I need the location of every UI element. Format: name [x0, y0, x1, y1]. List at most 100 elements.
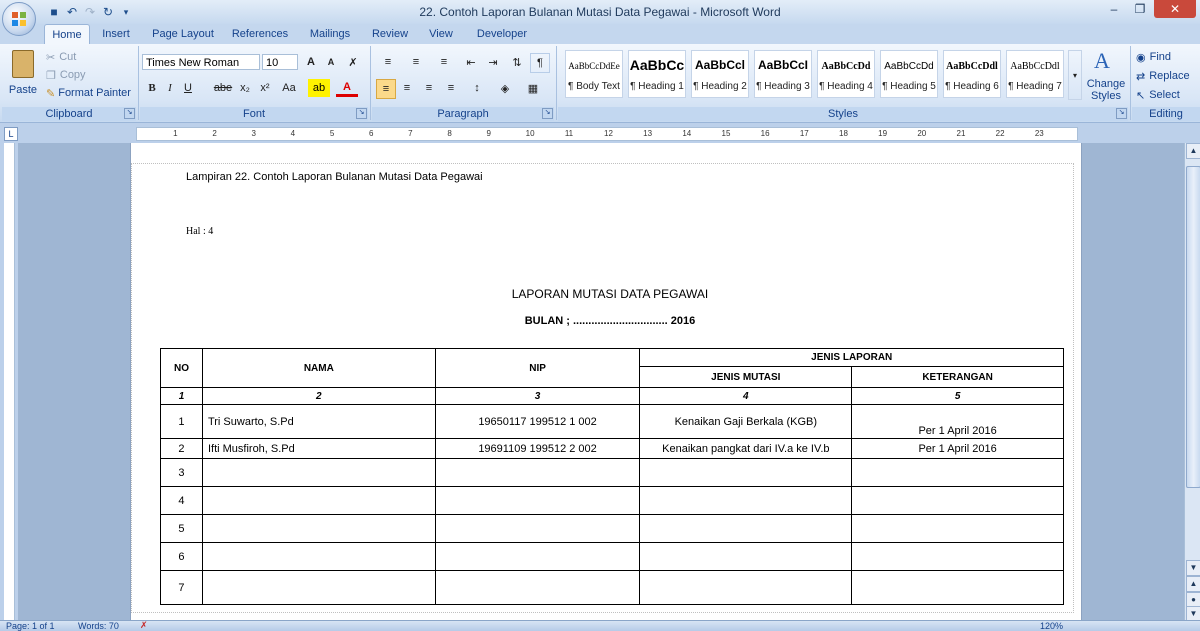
- restore-icon[interactable]: ❐: [1128, 0, 1152, 18]
- style-heading-4[interactable]: AaBbCcDd ¶ Heading 4: [817, 50, 875, 98]
- group-divider: [138, 46, 139, 120]
- italic-button[interactable]: I: [162, 79, 178, 97]
- tab-selector-icon[interactable]: L: [4, 127, 18, 141]
- minimize-icon[interactable]: –: [1102, 0, 1126, 18]
- style-heading-6[interactable]: AaBbCcDdl ¶ Heading 6: [943, 50, 1001, 98]
- scroll-down-icon[interactable]: ▼: [1186, 560, 1200, 576]
- shrink-font-button[interactable]: A: [322, 53, 340, 71]
- style-heading-5[interactable]: AaBbCcDd ¶ Heading 5: [880, 50, 938, 98]
- close-icon[interactable]: ✕: [1154, 0, 1196, 18]
- grow-font-button[interactable]: A: [302, 53, 320, 71]
- cell-nama: [201, 542, 436, 571]
- borders-icon[interactable]: ▦: [522, 79, 544, 97]
- subscript-button[interactable]: x₂: [236, 79, 254, 97]
- office-button[interactable]: [2, 2, 36, 36]
- shading-icon[interactable]: ◈: [494, 79, 516, 97]
- ruler-tick: 4: [290, 129, 296, 138]
- cell-no: 1: [160, 404, 203, 439]
- tab-page-layout[interactable]: Page Layout: [148, 24, 218, 44]
- tab-view[interactable]: View: [420, 24, 462, 44]
- paste-button[interactable]: Paste: [8, 48, 38, 100]
- redo-icon[interactable]: ↷: [82, 4, 98, 20]
- style-heading-1[interactable]: AaBbCc ¶ Heading 1: [628, 50, 686, 98]
- style-heading-3[interactable]: AaBbCcI ¶ Heading 3: [754, 50, 812, 98]
- horizontal-ruler[interactable]: L 1 2 3 4 5 6 7 8 9 10 11 12 13 14 15 16 17 18 19 20 21 22 23: [0, 123, 1200, 143]
- tab-home[interactable]: Home: [44, 24, 90, 46]
- cut-button[interactable]: ✂ Cut: [46, 48, 106, 66]
- undo-icon[interactable]: ↶: [64, 4, 80, 20]
- format-painter-label: Format Painter: [58, 87, 131, 99]
- style-body-text[interactable]: AaBbCcDdEe ¶ Body Text: [565, 50, 623, 98]
- ruler-tick: 15: [721, 129, 731, 138]
- superscript-button[interactable]: x²: [256, 79, 274, 97]
- select-button[interactable]: ↖ Select: [1136, 86, 1196, 104]
- line-spacing-icon[interactable]: ↕: [466, 79, 488, 97]
- font-size-select[interactable]: 10: [262, 54, 298, 70]
- tab-mailings[interactable]: Mailings: [302, 24, 358, 44]
- show-marks-button[interactable]: ¶: [530, 53, 550, 73]
- style-name: ¶ Heading 2: [693, 81, 747, 92]
- page-number-text: Hal : 4: [186, 226, 214, 237]
- save-icon[interactable]: ■: [46, 4, 62, 20]
- cell-nip: [434, 458, 641, 487]
- justify-icon[interactable]: ≡: [442, 79, 460, 97]
- repeat-icon[interactable]: ↻: [100, 4, 116, 20]
- cell-mutasi: [639, 486, 853, 515]
- bold-button[interactable]: B: [144, 79, 160, 97]
- table-header-row: NO NAMA NIP JENIS LAPORAN: [160, 347, 1064, 388]
- strikethrough-button[interactable]: abe: [212, 79, 234, 97]
- scroll-up-icon[interactable]: ▲: [1186, 143, 1200, 159]
- highlight-icon[interactable]: ab: [308, 79, 330, 97]
- underline-button[interactable]: U: [180, 79, 196, 97]
- increase-indent-icon[interactable]: ⇥: [484, 53, 502, 71]
- ruler-tick: 8: [447, 129, 452, 138]
- editing-group-label: Editing: [1132, 107, 1200, 121]
- decrease-indent-icon[interactable]: ⇤: [462, 53, 480, 71]
- align-center-icon[interactable]: ≡: [398, 79, 416, 97]
- vertical-ruler[interactable]: [0, 143, 18, 620]
- align-left-icon[interactable]: ≡: [376, 79, 396, 99]
- report-title: LAPORAN MUTASI DATA PEGAWAI: [511, 287, 709, 301]
- style-heading-7[interactable]: AaBbCcDdl ¶ Heading 7: [1006, 50, 1064, 98]
- proofing-icon[interactable]: ✗: [140, 620, 148, 631]
- scroll-thumb[interactable]: [1186, 166, 1200, 488]
- copy-button[interactable]: ❐ Copy: [46, 66, 106, 84]
- dialog-launcher-icon[interactable]: ↘: [542, 108, 553, 119]
- cell-mutasi: [639, 514, 853, 543]
- table-row: 3: [160, 458, 1064, 487]
- clear-formatting-icon[interactable]: ✗: [344, 53, 362, 71]
- mutasi-table: NO NAMA NIP JENIS LAPORAN JENIS MUTASI K…: [160, 347, 1064, 605]
- tab-insert[interactable]: Insert: [96, 24, 136, 44]
- dialog-launcher-icon[interactable]: ↘: [1116, 108, 1127, 119]
- bullets-icon[interactable]: ≡: [376, 53, 400, 71]
- col-number: 4: [639, 387, 853, 405]
- select-label: Select: [1149, 89, 1180, 101]
- prev-page-icon[interactable]: ▲: [1186, 576, 1200, 592]
- format-painter-button[interactable]: ✎ Format Painter: [46, 84, 132, 102]
- replace-button[interactable]: ⇄ Replace: [1136, 67, 1198, 85]
- font-color-icon[interactable]: A: [336, 79, 358, 97]
- change-styles-button[interactable]: A Change Styles: [1084, 48, 1128, 104]
- numbering-icon[interactable]: ≡: [404, 53, 428, 71]
- cell-no: 4: [160, 486, 203, 515]
- tab-review[interactable]: Review: [366, 24, 414, 44]
- change-case-button[interactable]: Aa: [278, 79, 300, 97]
- sort-icon[interactable]: ⇅: [508, 53, 526, 71]
- align-right-icon[interactable]: ≡: [420, 79, 438, 97]
- multilevel-list-icon[interactable]: ≡: [432, 53, 456, 71]
- customize-qat-icon[interactable]: ▾: [118, 4, 134, 20]
- style-sample: AaBbCcDdl: [1010, 61, 1060, 72]
- find-button[interactable]: ◉ Find: [1136, 48, 1196, 66]
- styles-scroll-icon[interactable]: ▾: [1068, 50, 1082, 100]
- cell-no: 7: [160, 570, 203, 605]
- font-family-select[interactable]: Times New Roman: [142, 54, 260, 70]
- dialog-launcher-icon[interactable]: ↘: [356, 108, 367, 119]
- office-logo-icon: [12, 12, 26, 26]
- tab-references[interactable]: References: [228, 24, 292, 44]
- tab-developer[interactable]: Developer: [470, 24, 534, 44]
- binoculars-icon: ◉: [1136, 51, 1146, 64]
- cell-no: 2: [160, 438, 203, 459]
- style-heading-2[interactable]: AaBbCcl ¶ Heading 2: [691, 50, 749, 98]
- clipboard-icon: [12, 50, 34, 78]
- dialog-launcher-icon[interactable]: ↘: [124, 108, 135, 119]
